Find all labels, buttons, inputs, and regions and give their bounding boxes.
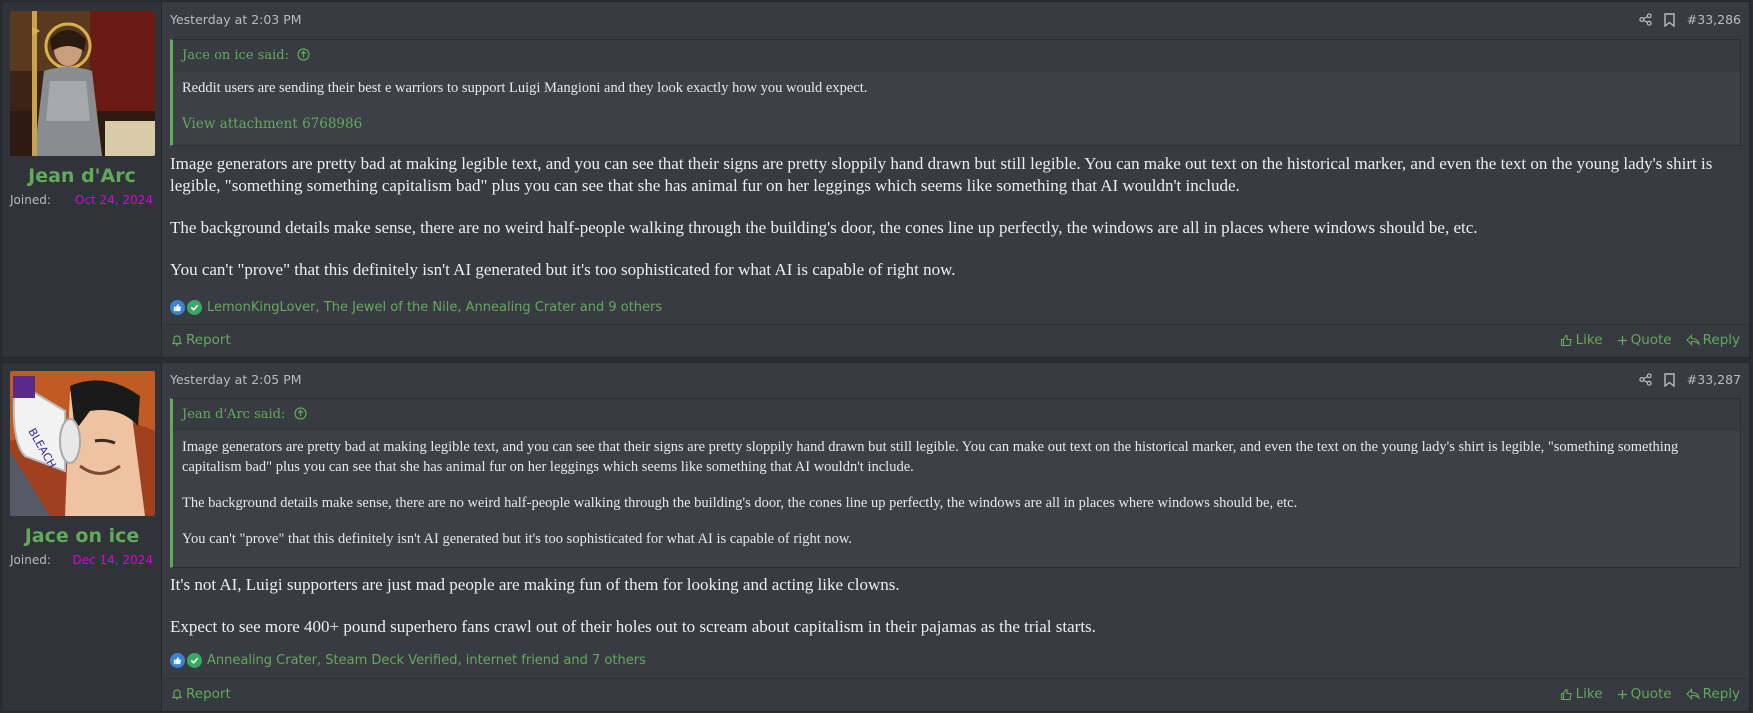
post-main: Yesterday at 2:03 PM #33,286 Jace on ice…: [163, 2, 1749, 357]
quote-paragraph: You can't "prove" that this definitely i…: [182, 531, 853, 547]
thumbs-up-icon: [170, 299, 185, 315]
joined-label: Joined:: [10, 193, 51, 207]
joined-date: Dec 14, 2024: [72, 553, 153, 567]
reactions-list[interactable]: Annealing Crater, Steam Deck Verified, i…: [207, 653, 646, 668]
reply-label: Reply: [1702, 686, 1740, 702]
joined-date: Oct 24, 2024: [75, 193, 153, 207]
avatar[interactable]: BLEACH: [10, 371, 155, 516]
reply-arrow-icon: [1685, 688, 1700, 700]
report-label: Report: [186, 686, 231, 702]
post-footer: Report Like Quote Reply: [163, 678, 1749, 711]
quote-body: Reddit users are sending their best e wa…: [173, 72, 1740, 140]
share-icon[interactable]: [1639, 373, 1652, 386]
like-button[interactable]: Like: [1560, 332, 1603, 348]
reply-button[interactable]: Reply: [1685, 686, 1740, 702]
quote-author[interactable]: Jean d'Arc said:: [182, 407, 285, 422]
quote-title[interactable]: Jace on ice said:: [173, 40, 1740, 72]
footer-actions: Like Quote Reply: [1560, 332, 1740, 348]
joined-row: Joined: Oct 24, 2024: [10, 193, 153, 207]
post-number[interactable]: #33,287: [1687, 372, 1741, 387]
checkmark-icon: [187, 652, 202, 668]
post-footer: Report Like Quote Reply: [163, 324, 1749, 357]
post-date[interactable]: Yesterday at 2:05 PM: [170, 372, 302, 387]
quote-author[interactable]: Jace on ice said:: [182, 48, 289, 63]
quote-paragraph: Image generators are pretty bad at makin…: [182, 439, 1679, 475]
thumbs-up-icon: [1560, 334, 1572, 346]
like-button[interactable]: Like: [1560, 686, 1603, 702]
quote-paragraph: Reddit users are sending their best e wa…: [182, 80, 868, 96]
reactions-bar[interactable]: LemonKingLover, The Jewel of the Nile, A…: [170, 298, 662, 316]
quote-button[interactable]: Quote: [1617, 332, 1672, 348]
like-label: Like: [1575, 332, 1603, 348]
quote-body: Image generators are pretty bad at makin…: [173, 431, 1740, 555]
checkmark-icon: [187, 299, 202, 315]
message-paragraph: You can't "prove" that this definitely i…: [170, 260, 956, 279]
like-label: Like: [1575, 686, 1603, 702]
attachment-link[interactable]: View attachment 6768986: [182, 116, 362, 132]
reactions-list[interactable]: LemonKingLover, The Jewel of the Nile, A…: [207, 300, 662, 315]
message-paragraph: Image generators are pretty bad at makin…: [170, 154, 1713, 195]
bookmark-icon[interactable]: [1664, 372, 1675, 387]
message-body: Image generators are pretty bad at makin…: [170, 153, 1739, 281]
post-header: Yesterday at 2:05 PM #33,287: [170, 372, 1741, 392]
message-paragraph: The background details make sense, there…: [170, 218, 1478, 237]
quote-title[interactable]: Jean d'Arc said:: [173, 399, 1740, 431]
share-icon[interactable]: [1639, 13, 1652, 26]
arrow-up-circle-icon[interactable]: [297, 48, 310, 61]
quote-label: Quote: [1630, 332, 1672, 348]
post-header-actions: #33,287: [1639, 372, 1741, 387]
footer-actions: Like Quote Reply: [1560, 686, 1740, 702]
report-label: Report: [186, 332, 231, 348]
user-cell: Jean d'Arc Joined: Oct 24, 2024: [2, 2, 162, 357]
reply-label: Reply: [1702, 332, 1740, 348]
plus-icon: [1617, 689, 1627, 699]
post-date[interactable]: Yesterday at 2:03 PM: [170, 12, 302, 27]
quote-block: Jean d'Arc said: Image generators are pr…: [170, 398, 1741, 568]
quote-paragraph: The background details make sense, there…: [182, 495, 1298, 511]
reactions-bar[interactable]: Annealing Crater, Steam Deck Verified, i…: [170, 651, 646, 669]
plus-icon: [1617, 335, 1627, 345]
bell-icon: [171, 688, 183, 700]
reply-button[interactable]: Reply: [1685, 332, 1740, 348]
post-number[interactable]: #33,286: [1687, 12, 1741, 27]
username[interactable]: Jean d'Arc: [2, 165, 162, 187]
report-button[interactable]: Report: [171, 332, 231, 348]
post-33286: Jean d'Arc Joined: Oct 24, 2024 Yesterda…: [1, 1, 1750, 358]
message-paragraph: Expect to see more 400+ pound superhero …: [170, 617, 1096, 636]
report-button[interactable]: Report: [171, 686, 231, 702]
post-header: Yesterday at 2:03 PM #33,286: [170, 12, 1741, 32]
joined-label: Joined:: [10, 553, 51, 567]
user-cell: BLEACH Jace on ice Joined: Dec 14, 2024: [2, 363, 162, 711]
quote-label: Quote: [1630, 686, 1672, 702]
username[interactable]: Jace on ice: [2, 525, 162, 547]
quote-button[interactable]: Quote: [1617, 686, 1672, 702]
joined-row: Joined: Dec 14, 2024: [10, 553, 153, 567]
reply-arrow-icon: [1685, 334, 1700, 346]
message-body: It's not AI, Luigi supporters are just m…: [170, 574, 1739, 638]
avatar[interactable]: [10, 11, 155, 156]
bookmark-icon[interactable]: [1664, 12, 1675, 27]
message-paragraph: It's not AI, Luigi supporters are just m…: [170, 575, 900, 594]
arrow-up-circle-icon[interactable]: [293, 407, 307, 420]
thumbs-up-icon: [1560, 688, 1572, 700]
post-main: Yesterday at 2:05 PM #33,287 Jean d'Arc …: [163, 363, 1749, 711]
quote-block: Jace on ice said: Reddit users are sendi…: [170, 39, 1741, 146]
post-33287: BLEACH Jace on ice Joined: Dec 14, 2024 …: [1, 362, 1750, 712]
thumbs-up-icon: [170, 652, 185, 668]
post-header-actions: #33,286: [1639, 12, 1741, 27]
bell-icon: [171, 334, 183, 346]
